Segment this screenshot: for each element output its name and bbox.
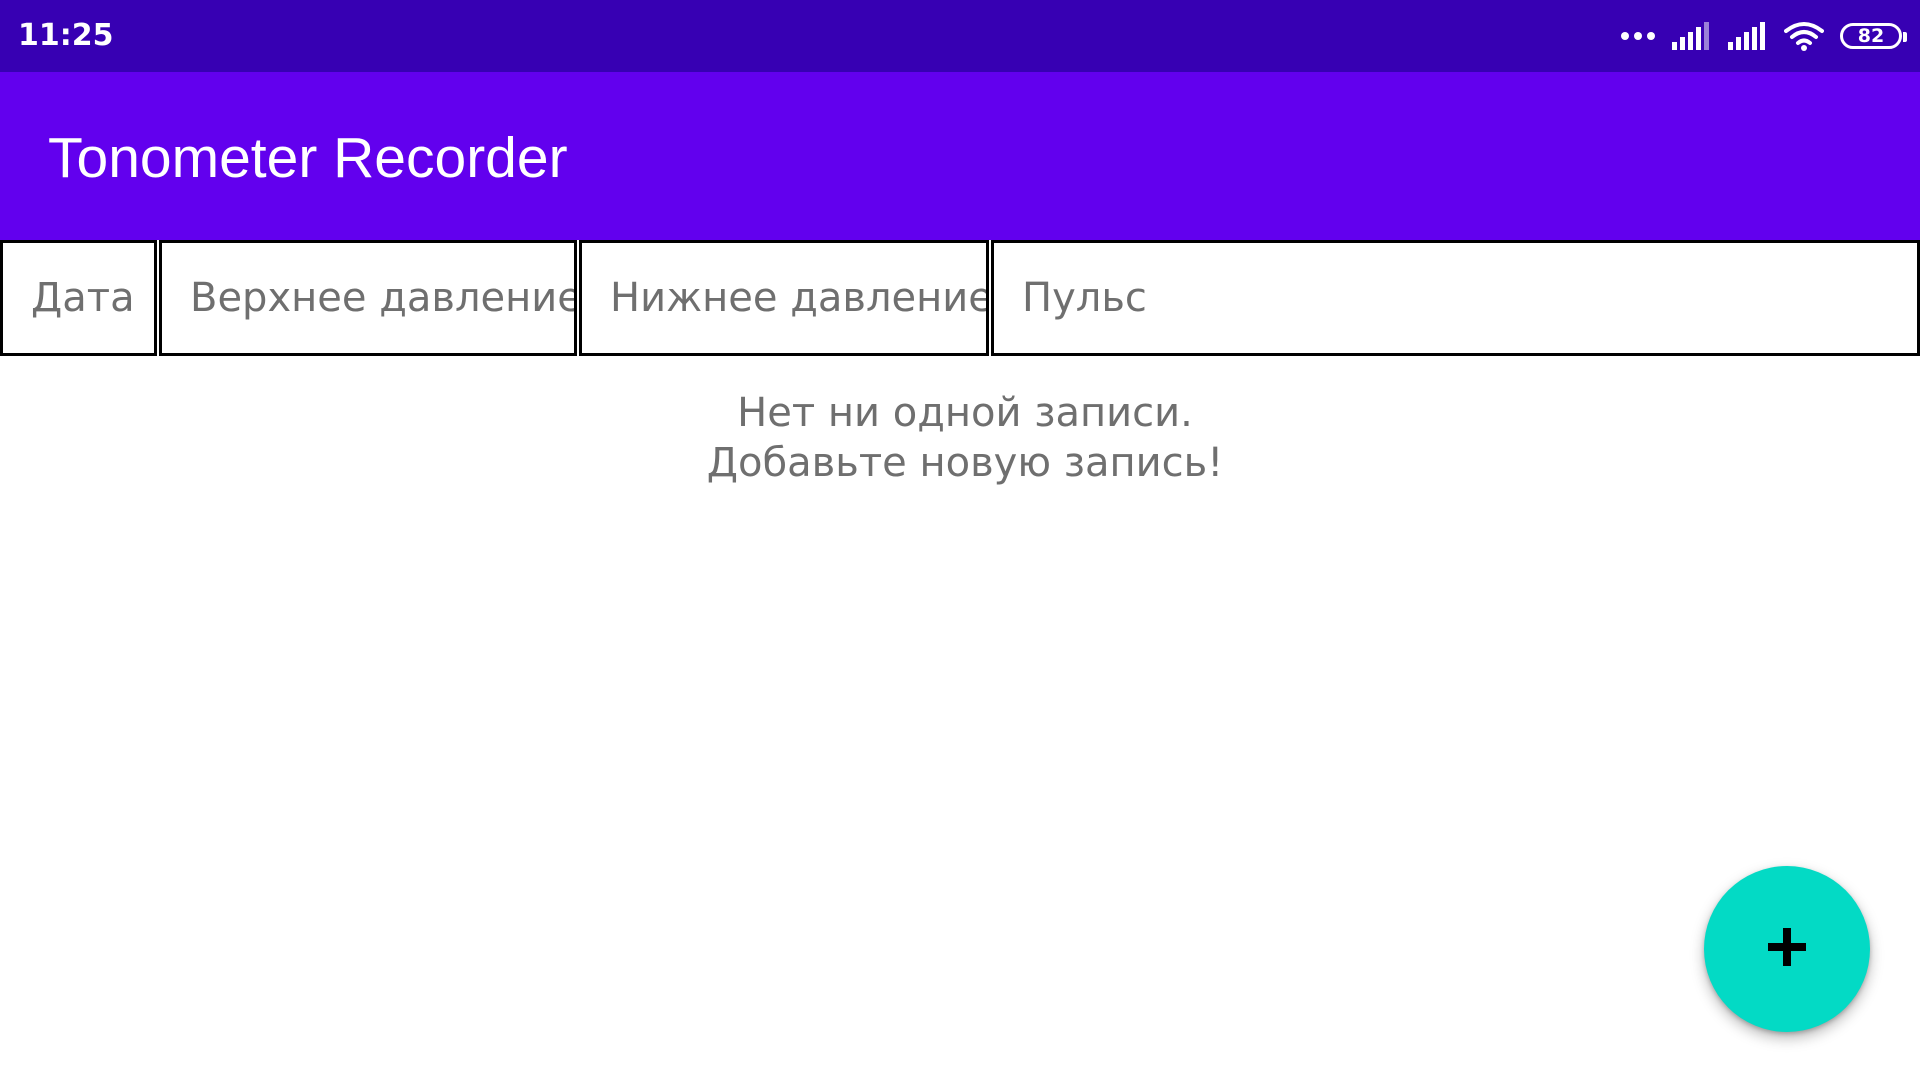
empty-state-line-1: Нет ни одной записи. xyxy=(737,390,1193,436)
wifi-icon xyxy=(1784,21,1824,51)
column-header-date: Дата xyxy=(0,240,157,356)
plus-icon xyxy=(1766,926,1808,972)
status-bar: 11:25 82 xyxy=(0,0,1920,72)
status-icons: 82 xyxy=(1620,0,1907,72)
column-header-diastolic: Нижнее давление xyxy=(579,240,989,356)
status-time: 11:25 xyxy=(18,18,114,53)
more-dots-icon xyxy=(1620,31,1656,41)
empty-state-message: Нет ни одной записи. Добавьте новую запи… xyxy=(0,388,1920,488)
empty-state-line-2: Добавьте новую запись! xyxy=(706,440,1224,486)
column-header-pulse: Пульс xyxy=(991,240,1920,356)
app-title: Tonometer Recorder xyxy=(48,126,568,190)
column-header-systolic: Верхнее давление xyxy=(159,240,577,356)
table-header: Дата Верхнее давление Нижнее давление Пу… xyxy=(0,240,1920,356)
signal-icon xyxy=(1728,22,1768,50)
battery-icon: 82 xyxy=(1840,23,1907,49)
app-bar: Tonometer Recorder xyxy=(0,72,1920,240)
battery-level: 82 xyxy=(1857,25,1885,47)
signal-icon xyxy=(1672,22,1712,50)
add-record-button[interactable] xyxy=(1704,866,1870,1032)
